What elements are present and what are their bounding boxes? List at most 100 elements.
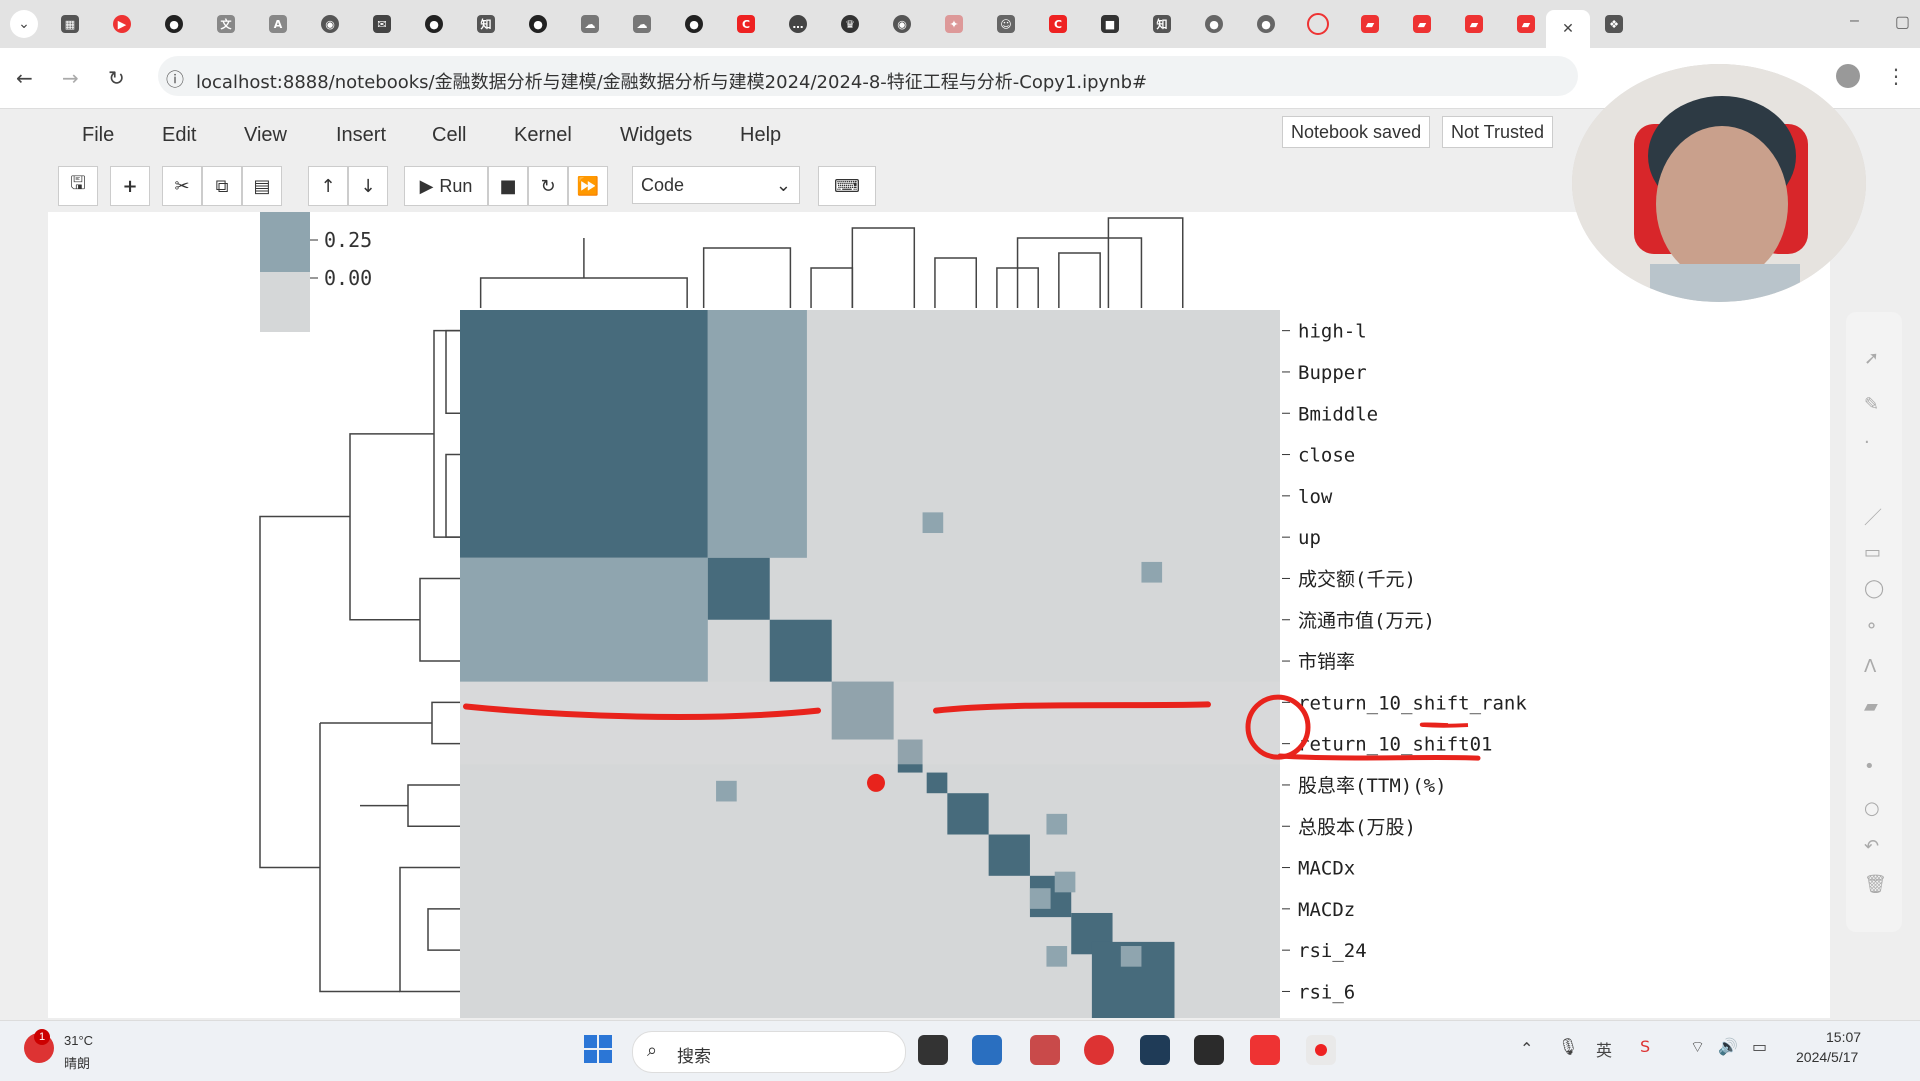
rectangle-icon[interactable]: ▭: [1864, 542, 1881, 563]
tab-25[interactable]: [1304, 10, 1332, 38]
run-button[interactable]: ▶ Run: [404, 166, 488, 206]
small-dot-icon[interactable]: •: [1864, 756, 1875, 777]
red-dot-annotation: [867, 773, 885, 792]
colorbar-gradient: [260, 272, 310, 332]
tab-26[interactable]: ▰: [1356, 10, 1384, 38]
menu-view[interactable]: View: [244, 124, 287, 147]
move-up-button[interactable]: ↑: [308, 166, 348, 206]
forward-arrow-icon[interactable]: →: [62, 66, 79, 90]
save-button[interactable]: 🖫: [58, 166, 98, 206]
more-menu-icon[interactable]: ⋮: [1886, 64, 1906, 88]
menu-edit[interactable]: Edit: [162, 124, 196, 147]
tab-15[interactable]: …: [784, 10, 812, 38]
interrupt-button[interactable]: ■: [488, 166, 528, 206]
menu-help[interactable]: Help: [740, 124, 781, 147]
restart-run-all-button[interactable]: ⏩: [568, 166, 608, 206]
tab-9[interactable]: 知: [472, 10, 500, 38]
menu-file[interactable]: File: [82, 124, 114, 147]
cut-button[interactable]: ✂: [162, 166, 202, 206]
wps-icon[interactable]: [1250, 1035, 1280, 1065]
tab-13[interactable]: ●: [680, 10, 708, 38]
start-button[interactable]: [584, 1035, 612, 1063]
tab-24[interactable]: ●: [1252, 10, 1280, 38]
circle-tool-icon[interactable]: ○: [1864, 798, 1880, 819]
tab-5[interactable]: A: [264, 10, 292, 38]
microphone-icon[interactable]: 🎙: [1558, 1037, 1578, 1056]
tab-23[interactable]: ●: [1200, 10, 1228, 38]
sogou-icon[interactable]: S: [1640, 1037, 1650, 1056]
tab-27[interactable]: ▰: [1408, 10, 1436, 38]
paste-button[interactable]: ▤: [242, 166, 282, 206]
restart-button[interactable]: ↻: [528, 166, 568, 206]
volume-icon[interactable]: 🔊: [1718, 1037, 1738, 1056]
maximize-icon[interactable]: ▢: [1895, 12, 1910, 32]
ime-icon[interactable]: 英: [1596, 1037, 1612, 1061]
battery-icon[interactable]: ▭: [1752, 1037, 1767, 1056]
shapes-icon[interactable]: ⚬: [1864, 616, 1879, 637]
chevron-down-icon: ⌄: [18, 16, 30, 32]
tab-12[interactable]: ☁: [628, 10, 656, 38]
tab-11[interactable]: ☁: [576, 10, 604, 38]
pen-icon[interactable]: ✎: [1864, 394, 1879, 415]
chevron-up-icon[interactable]: ⌃: [1520, 1039, 1533, 1058]
wifi-icon[interactable]: ⌔: [1690, 1037, 1705, 1057]
chrome-taskbar-icon[interactable]: [1084, 1035, 1114, 1065]
arrow-down-icon: ↓: [360, 175, 376, 197]
tab-7[interactable]: ✉: [368, 10, 396, 38]
copy-button[interactable]: ⧉: [202, 166, 242, 206]
tab-16[interactable]: ♛: [836, 10, 864, 38]
tab-20[interactable]: C: [1044, 10, 1072, 38]
file-explorer-icon[interactable]: [972, 1035, 1002, 1065]
undo-icon[interactable]: ↶: [1864, 836, 1879, 857]
terminal-icon[interactable]: [1194, 1035, 1224, 1065]
tab-10[interactable]: ●: [524, 10, 552, 38]
tab-21[interactable]: ■: [1096, 10, 1124, 38]
tab-28[interactable]: ▰: [1460, 10, 1488, 38]
tab-1[interactable]: ▦: [56, 10, 84, 38]
tab-29[interactable]: ▰: [1512, 10, 1540, 38]
tab-4[interactable]: 文: [212, 10, 240, 38]
close-tab-icon[interactable]: ✕: [1562, 21, 1574, 37]
menu-insert[interactable]: Insert: [336, 124, 386, 147]
tab-2[interactable]: ▶: [108, 10, 136, 38]
reload-icon[interactable]: ↻: [108, 66, 125, 90]
tab-19[interactable]: ☺: [992, 10, 1020, 38]
tab-search-button[interactable]: ⌄: [10, 10, 38, 38]
tab-14[interactable]: C: [732, 10, 760, 38]
pointer-icon[interactable]: ➚: [1864, 348, 1879, 369]
folder-icon[interactable]: [1030, 1035, 1060, 1065]
insert-cell-button[interactable]: +: [110, 166, 150, 206]
trust-status-button[interactable]: Not Trusted: [1442, 116, 1554, 148]
trash-icon[interactable]: 🗑: [1864, 874, 1887, 895]
command-palette-button[interactable]: ⌨: [818, 166, 876, 206]
profile-avatar[interactable]: [1836, 64, 1860, 88]
tab-22[interactable]: 知: [1148, 10, 1176, 38]
highlighter-icon[interactable]: ▰: [1864, 696, 1878, 717]
cell-type-select[interactable]: Code ⌄: [632, 166, 800, 204]
pycharm-icon[interactable]: [1140, 1035, 1170, 1065]
recorder-icon[interactable]: [1306, 1035, 1336, 1065]
dot-icon[interactable]: ·: [1864, 432, 1870, 453]
tab-3[interactable]: ●: [160, 10, 188, 38]
menu-widgets[interactable]: Widgets: [620, 124, 692, 147]
line-icon[interactable]: ／: [1864, 504, 1882, 530]
task-view-icon[interactable]: [918, 1035, 948, 1065]
tab-6[interactable]: ◉: [316, 10, 344, 38]
clock-time[interactable]: 15:07: [1826, 1029, 1861, 1045]
ellipse-icon[interactable]: ◯: [1864, 578, 1884, 599]
menu-cell[interactable]: Cell: [432, 124, 466, 147]
tab-active-jupyter[interactable]: ✕: [1546, 10, 1590, 48]
tab-8[interactable]: ●: [420, 10, 448, 38]
tab-31[interactable]: ❖: [1600, 10, 1628, 38]
move-down-button[interactable]: ↓: [348, 166, 388, 206]
minimize-icon[interactable]: –: [1850, 12, 1859, 32]
tab-17[interactable]: ◉: [888, 10, 916, 38]
angle-icon[interactable]: Λ: [1864, 656, 1876, 677]
menu-kernel[interactable]: Kernel: [514, 124, 572, 147]
back-arrow-icon[interactable]: ←: [16, 66, 33, 90]
url-text[interactable]: localhost:8888/notebooks/金融数据分析与建模/金融数据分…: [196, 68, 1147, 94]
tab-18[interactable]: ✦: [940, 10, 968, 38]
taskbar-search[interactable]: ⌕ 搜索: [632, 1031, 906, 1073]
site-info-icon[interactable]: ⓘ: [166, 66, 184, 92]
clock-date[interactable]: 2024/5/17: [1796, 1049, 1858, 1065]
